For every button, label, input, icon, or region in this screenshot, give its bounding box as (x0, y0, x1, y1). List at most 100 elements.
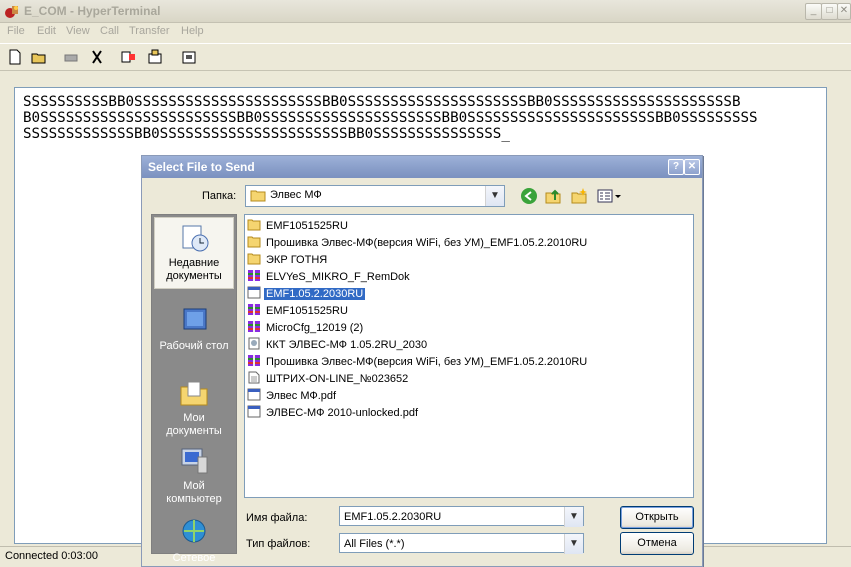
archive-icon (248, 304, 260, 315)
file-name-value: EMF1.05.2.2030RU (344, 511, 442, 523)
chevron-down-icon[interactable]: ▼ (564, 534, 583, 554)
file-row[interactable]: ЭЛВЕС-МФ 2010-unlocked.pdf (247, 405, 420, 421)
minimize-button[interactable]: _ (805, 3, 822, 20)
menu-bar: File Edit View Call Transfer Help (0, 22, 851, 42)
new-folder-icon[interactable] (570, 187, 588, 205)
terminal-output: SSSSSSSSSSBB0SSSSSSSSSSSSSSSSSSSSSSBB0SS… (23, 94, 823, 142)
chevron-down-icon[interactable]: ▼ (485, 186, 504, 206)
file-name: MicroCfg_12019 (2) (266, 322, 364, 334)
menu-help[interactable]: Help (181, 25, 204, 37)
file-name: EMF1.05.2.2030RU (264, 288, 366, 300)
cancel-button[interactable]: Отмена (620, 532, 694, 555)
title-bar[interactable]: E_COM - HyperTerminal _ □ ✕ (0, 0, 851, 23)
file-type-value: All Files (*.*) (344, 538, 405, 550)
file-name: ЭКР ГОТНЯ (266, 254, 328, 266)
help-button[interactable]: ? (668, 159, 684, 175)
place-label: Недавние документы (166, 257, 222, 282)
file-name: EMF1051525RU (266, 220, 348, 232)
look-in-value: Элвес МФ (270, 189, 322, 201)
connection-status: Connected 0:03:00 (5, 550, 98, 562)
folder-icon (247, 253, 261, 265)
file-row[interactable]: Прошивка Элвес-МФ(версия WiFi, без УМ)_E… (247, 354, 589, 370)
look-in-label: Папка: (202, 190, 237, 202)
menu-edit[interactable]: Edit (37, 25, 56, 37)
place-my-computer[interactable]: Мой компьютер (154, 441, 234, 506)
select-file-dialog: Select File to Send ? ✕ Папка: Элвес МФ … (141, 155, 703, 567)
file-row[interactable]: Элвес МФ.pdf (247, 388, 338, 404)
terminal-line: B0SSSSSSSSSSSSSSSSSSSSSSSBB0SSSSSSSSSSSS… (23, 110, 758, 126)
file-row[interactable]: MicroCfg_12019 (2) (247, 320, 365, 336)
file-row[interactable]: Прошивка Элвес-МФ(версия WiFi, без УМ)_E… (247, 235, 589, 251)
file-row[interactable]: EMF1051525RU (247, 303, 350, 319)
place-label: Рабочий стол (159, 340, 229, 352)
places-bar: Недавние документы Рабочий стол Мои доку… (151, 214, 237, 564)
dialog-title-bar[interactable]: Select File to Send ? ✕ (142, 156, 702, 178)
folder-icon (247, 219, 261, 231)
terminal-line: SSSSSSSSSSBB0SSSSSSSSSSSSSSSSSSSSSSBB0SS… (23, 94, 741, 110)
back-icon[interactable] (520, 187, 538, 205)
file-type-dropdown[interactable]: All Files (*.*) ▼ (339, 533, 584, 554)
file-row[interactable]: ELVYeS_MIKRO_F_RemDok (247, 269, 412, 285)
my-computer-icon (181, 448, 208, 474)
application-icon (247, 405, 261, 418)
toolbar (0, 43, 851, 71)
setup-icon (248, 337, 260, 350)
maximize-button[interactable]: □ (821, 3, 838, 20)
file-type-label: Тип файлов: (246, 538, 311, 550)
desktop-icon (183, 308, 207, 330)
terminal-line: SSSSSSSSSSSSSBB0SSSSSSSSSSSSSSSSSSSSSSBB… (23, 126, 510, 142)
disconnect-icon[interactable] (88, 48, 106, 66)
window-title: E_COM - HyperTerminal (24, 4, 161, 18)
chevron-down-icon[interactable]: ▼ (564, 507, 583, 527)
place-label: Мои документы (166, 412, 222, 437)
file-name: ЭЛВЕС-МФ 2010-unlocked.pdf (266, 407, 419, 419)
recent-documents-icon (182, 225, 209, 252)
folder-icon (250, 190, 266, 202)
folder-icon (247, 236, 261, 248)
menu-view[interactable]: View (66, 25, 90, 37)
network-icon (182, 519, 206, 543)
place-label: Мой компьютер (166, 480, 222, 505)
place-desktop[interactable]: Рабочий стол (154, 301, 234, 353)
receive-icon[interactable] (146, 48, 164, 66)
send-icon[interactable] (120, 48, 138, 66)
file-row[interactable]: ЭКР ГОТНЯ (247, 252, 329, 268)
file-name: ККТ ЭЛВЕС-МФ 1.05.2RU_2030 (266, 339, 428, 351)
menu-file[interactable]: File (7, 25, 25, 37)
menu-call[interactable]: Call (100, 25, 119, 37)
file-name: ШТРИХ-ON-LINE_№023652 (266, 373, 409, 385)
open-button[interactable]: Открыть (620, 506, 694, 529)
hyperterminal-icon (5, 6, 18, 18)
connect-icon[interactable] (62, 48, 80, 66)
menu-transfer[interactable]: Transfer (129, 25, 170, 37)
place-my-documents[interactable]: Мои документы (154, 373, 234, 438)
document-icon (248, 371, 260, 384)
file-name-label: Имя файла: (246, 512, 308, 524)
view-menu-icon[interactable] (596, 187, 622, 205)
archive-icon (248, 355, 260, 366)
file-name: ELVYeS_MIKRO_F_RemDok (266, 271, 410, 283)
file-row[interactable]: EMF1051525RU (247, 218, 350, 234)
file-row[interactable]: ККТ ЭЛВЕС-МФ 1.05.2RU_2030 (247, 337, 429, 353)
my-documents-icon (180, 381, 208, 406)
file-name: EMF1051525RU (266, 305, 348, 317)
place-recent[interactable]: Недавние документы (154, 217, 234, 289)
archive-icon (248, 321, 260, 332)
close-button[interactable]: ✕ (837, 3, 851, 20)
file-name-input[interactable]: EMF1.05.2.2030RU ▼ (339, 506, 584, 527)
new-connection-icon[interactable] (6, 48, 24, 66)
file-list[interactable]: EMF1051525RU Прошивка Элвес-МФ(версия WiF… (244, 214, 694, 498)
place-network[interactable]: Сетевое (154, 513, 234, 565)
file-row[interactable]: EMF1.05.2.2030RU (247, 286, 366, 302)
archive-icon (248, 270, 260, 281)
application-icon (247, 286, 261, 299)
up-folder-icon[interactable] (544, 187, 562, 205)
file-name: Элвес МФ.pdf (266, 390, 337, 402)
file-row[interactable]: ШТРИХ-ON-LINE_№023652 (247, 371, 410, 387)
file-name: Прошивка Элвес-МФ(версия WiFi, без УМ)_E… (266, 237, 588, 249)
dialog-close-button[interactable]: ✕ (684, 159, 700, 175)
look-in-dropdown[interactable]: Элвес МФ ▼ (245, 185, 505, 207)
properties-icon[interactable] (180, 48, 198, 66)
open-icon[interactable] (30, 48, 48, 66)
dialog-title: Select File to Send (148, 160, 255, 174)
